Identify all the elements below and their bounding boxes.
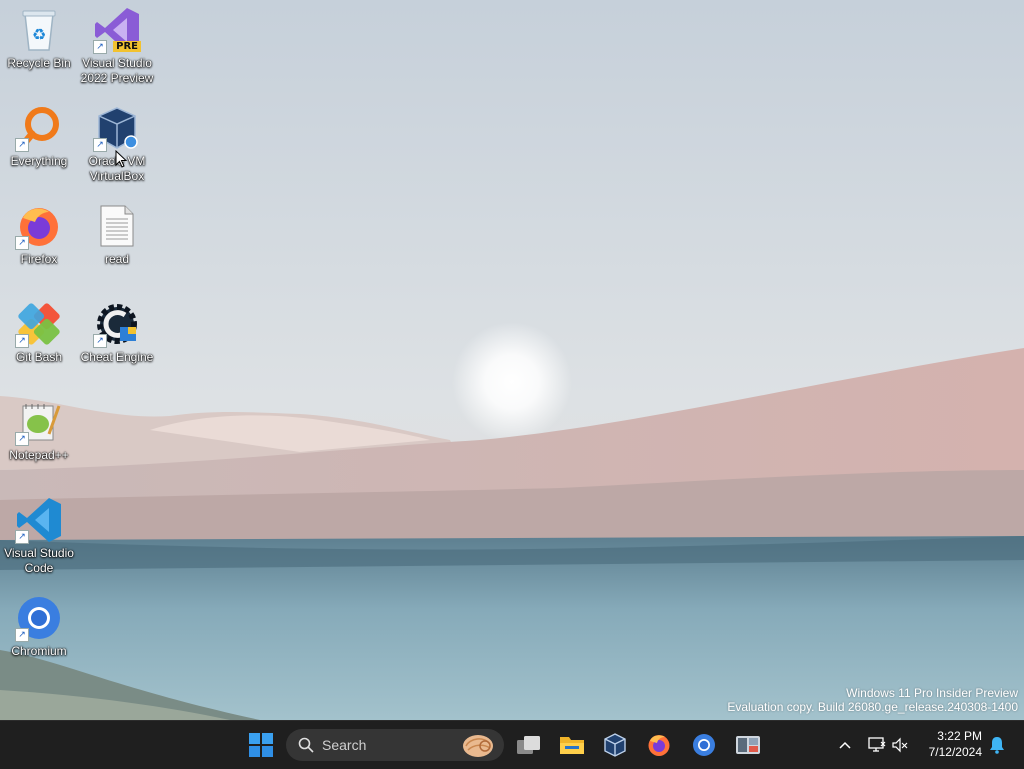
- cheat-engine-taskbar-button[interactable]: [730, 727, 766, 763]
- search-highlight-shell-icon: [463, 735, 493, 757]
- network-icon: [868, 737, 886, 752]
- chromium-icon: [693, 734, 715, 756]
- chevron-up-icon: [839, 741, 851, 749]
- shortcut-arrow-icon: ↗: [93, 334, 107, 348]
- shortcut-arrow-icon: ↗: [93, 40, 107, 54]
- system-tray: [834, 721, 911, 769]
- desktop-icon-label: Git Bash: [15, 350, 63, 364]
- clock-date: 7/12/2024: [928, 745, 982, 759]
- visual-studio-icon: PRE ↗: [93, 6, 141, 54]
- shortcut-arrow-icon: ↗: [15, 138, 29, 152]
- vscode-icon: ↗: [15, 496, 63, 544]
- task-view-icon: [517, 736, 540, 754]
- search-icon: [298, 737, 314, 753]
- desktop-icon-label: Visual Studio Code: [4, 546, 74, 575]
- text-file-icon: [93, 202, 141, 250]
- shortcut-arrow-icon: ↗: [15, 236, 29, 250]
- virtualbox-icon: [604, 733, 626, 757]
- desktop-icon-git-bash[interactable]: ↗ Git Bash: [0, 300, 78, 365]
- desktop-icon-notepad-plus-plus[interactable]: ↗ Notepad++: [0, 398, 78, 463]
- file-explorer-icon: [560, 737, 584, 754]
- desktop-icon-read[interactable]: read: [78, 202, 156, 267]
- firefox-taskbar-button[interactable]: [641, 727, 677, 763]
- taskbar-search-box[interactable]: Search: [286, 729, 504, 761]
- recycle-bin-icon: ♻: [15, 6, 63, 54]
- start-button[interactable]: [243, 727, 279, 763]
- windows-start-icon: [249, 733, 273, 757]
- desktop-icon-oracle-vm-virtualbox[interactable]: ↗ Oracle VM VirtualBox: [78, 104, 156, 184]
- taskbar-clock[interactable]: 3:22 PM 7/12/2024: [929, 728, 982, 760]
- notification-bell-icon: [990, 737, 1004, 754]
- cheat-engine-icon: ↗: [93, 300, 141, 348]
- desktop-icon-label: Everything: [10, 154, 68, 168]
- desktop-icon-label: Recycle Bin: [7, 56, 71, 70]
- preview-badge: PRE: [113, 41, 141, 52]
- volume-muted-icon: [892, 737, 908, 753]
- virtualbox-icon: ↗: [93, 104, 141, 152]
- desktop-icon-label: Visual Studio 2022 Preview: [80, 56, 154, 85]
- shortcut-arrow-icon: ↗: [93, 138, 107, 152]
- shortcut-arrow-icon: ↗: [15, 628, 29, 642]
- chromium-taskbar-button[interactable]: [686, 727, 722, 763]
- desktop[interactable]: ♻ Recycle Bin PRE ↗ Visual Studio 2022 P…: [0, 0, 1024, 720]
- desktop-icon-everything[interactable]: ↗ Everything: [0, 104, 78, 169]
- shortcut-arrow-icon: ↗: [15, 334, 29, 348]
- firefox-icon: [648, 735, 670, 756]
- network-button[interactable]: [865, 727, 889, 763]
- search-placeholder: Search: [322, 737, 367, 753]
- shortcut-arrow-icon: ↗: [15, 530, 29, 544]
- notification-center-button[interactable]: [984, 727, 1010, 763]
- everything-search-icon: ↗: [15, 104, 63, 152]
- desktop-icon-label: Firefox: [20, 252, 58, 266]
- desktop-icon-label: Chromium: [11, 644, 67, 658]
- show-hidden-icons-button[interactable]: [834, 727, 856, 763]
- shortcut-arrow-icon: ↗: [15, 432, 29, 446]
- volume-button[interactable]: [889, 727, 911, 763]
- windows-evaluation-watermark: Windows 11 Pro Insider Preview Evaluatio…: [727, 686, 1018, 714]
- taskbar: Search 3:22 PM 7/12/2024: [0, 720, 1024, 769]
- file-explorer-button[interactable]: [554, 727, 590, 763]
- desktop-icon-label: read: [104, 252, 130, 266]
- mouse-cursor-icon: [115, 150, 127, 168]
- clock-time: 3:22 PM: [937, 729, 982, 743]
- svg-text:♻: ♻: [32, 25, 46, 44]
- desktop-icon-label: Cheat Engine: [80, 350, 154, 364]
- firefox-icon: ↗: [15, 202, 63, 250]
- cheat-engine-icon: [736, 736, 760, 754]
- git-bash-icon: ↗: [15, 300, 63, 348]
- watermark-line-1: Windows 11 Pro Insider Preview: [846, 686, 1018, 700]
- virtualbox-taskbar-button[interactable]: [597, 727, 633, 763]
- task-view-button[interactable]: [511, 727, 547, 763]
- desktop-icon-label: Notepad++: [9, 448, 69, 462]
- desktop-icon-firefox[interactable]: ↗ Firefox: [0, 202, 78, 267]
- notepad-plus-plus-icon: ↗: [15, 398, 63, 446]
- desktop-icon-cheat-engine[interactable]: ↗ Cheat Engine: [78, 300, 156, 365]
- chromium-icon: ↗: [15, 594, 63, 642]
- desktop-icon-visual-studio-code[interactable]: ↗ Visual Studio Code: [0, 496, 78, 576]
- desktop-icon-recycle-bin[interactable]: ♻ Recycle Bin: [0, 6, 78, 71]
- desktop-icon-visual-studio-2022-preview[interactable]: PRE ↗ Visual Studio 2022 Preview: [78, 6, 156, 86]
- desktop-icon-chromium[interactable]: ↗ Chromium: [0, 594, 78, 659]
- watermark-line-2: Evaluation copy. Build 26080.ge_release.…: [727, 700, 1018, 714]
